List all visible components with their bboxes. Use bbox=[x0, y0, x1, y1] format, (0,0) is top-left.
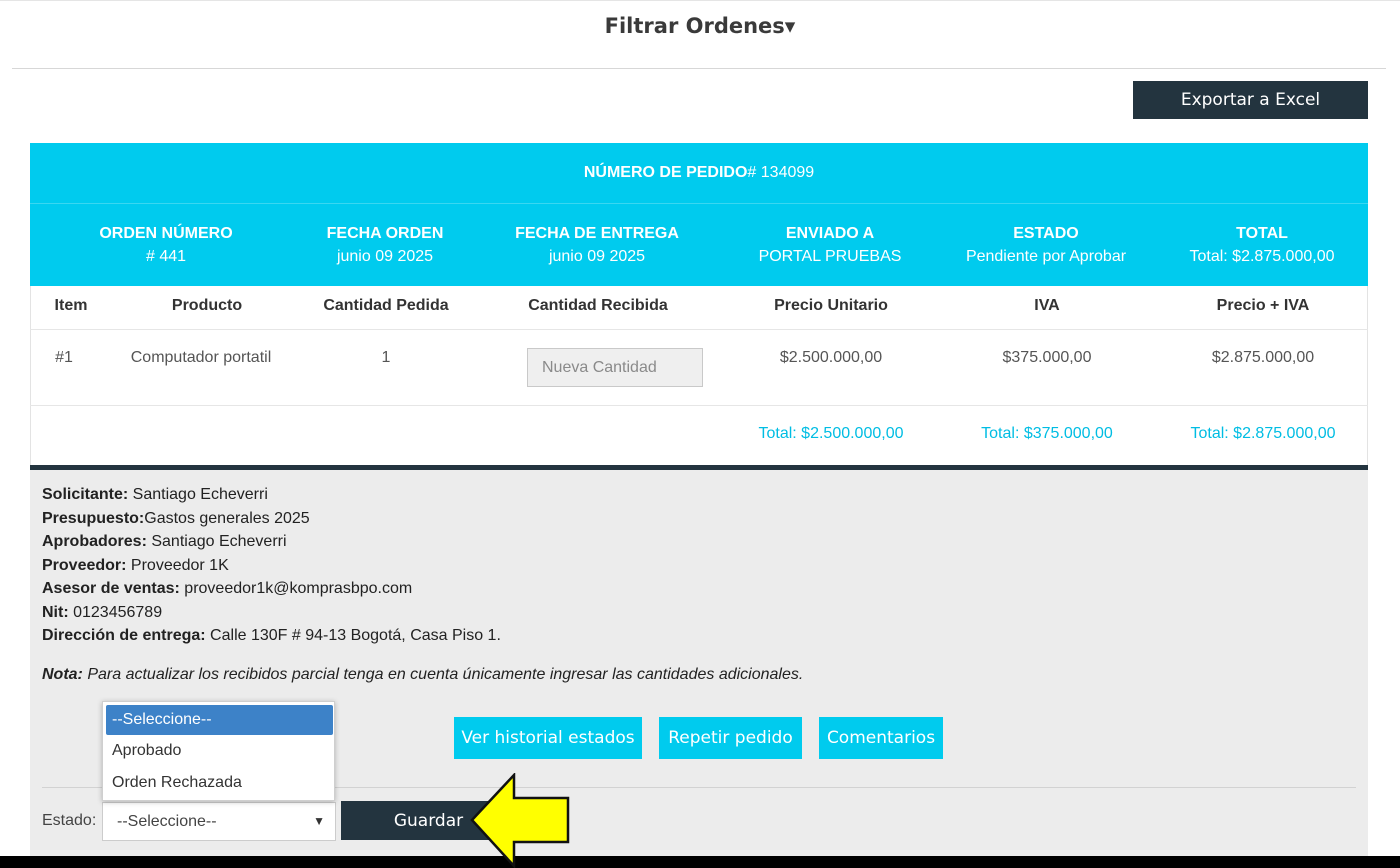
estado-label: Estado: bbox=[42, 812, 97, 829]
top-border bbox=[0, 0, 1400, 1]
option-orden-rechazada[interactable]: Orden Rechazada bbox=[106, 768, 333, 798]
info-label: ESTADO bbox=[1013, 225, 1079, 242]
detail-nit: Nit: 0123456789 bbox=[42, 603, 163, 621]
info-fecha-entrega: FECHA DE ENTREGA junio 09 2025 bbox=[497, 222, 697, 268]
info-total: TOTAL Total: $2.875.000,00 bbox=[1162, 222, 1362, 268]
info-value: junio 09 2025 bbox=[336, 248, 434, 265]
order-details-panel: Solicitante: Santiago Echeverri Presupue… bbox=[30, 470, 1368, 860]
pedido-label: NÚMERO DE PEDIDO bbox=[583, 164, 748, 181]
estado-select[interactable]: --Seleccione-- ▼ bbox=[102, 802, 336, 841]
cell-iva: $375.000,00 bbox=[1002, 349, 1092, 366]
option-aprobado[interactable]: Aprobado bbox=[106, 736, 333, 766]
header-cantidad-pedida: Cantidad Pedida bbox=[323, 297, 449, 314]
estado-dropdown-menu: --Seleccione-- Aprobado Orden Rechazada bbox=[102, 701, 335, 801]
repetir-pedido-button[interactable]: Repetir pedido bbox=[659, 717, 802, 759]
filter-orders-toggle[interactable]: Filtrar Ordenes▾ bbox=[0, 14, 1400, 38]
header-item: Item bbox=[54, 297, 88, 314]
order-info-row: ORDEN NÚMERO # 441 FECHA ORDEN junio 09 … bbox=[30, 204, 1368, 286]
cell-precio-unitario: $2.500.000,00 bbox=[779, 349, 883, 366]
option-seleccione[interactable]: --Seleccione-- bbox=[106, 705, 333, 735]
filter-title: Filtrar Ordenes bbox=[604, 14, 785, 38]
info-value: PORTAL PRUEBAS bbox=[758, 248, 902, 265]
info-label: TOTAL bbox=[1236, 225, 1288, 242]
cell-cantidad-pedida: 1 bbox=[381, 349, 391, 366]
info-enviado-a: ENVIADO A PORTAL PRUEBAS bbox=[730, 222, 930, 268]
detail-asesor: Asesor de ventas: proveedor1k@komprasbpo… bbox=[42, 580, 413, 597]
comentarios-button[interactable]: Comentarios bbox=[819, 717, 943, 759]
estado-selected-value: --Seleccione-- bbox=[117, 812, 217, 830]
info-label: ORDEN NÚMERO bbox=[99, 225, 233, 242]
info-value: Pendiente por Aprobar bbox=[965, 248, 1127, 265]
details-list: Solicitante: Santiago Echeverri Presupue… bbox=[42, 483, 501, 648]
bottom-black-bar bbox=[0, 856, 1400, 868]
export-excel-button[interactable]: Exportar a Excel bbox=[1133, 81, 1368, 119]
table-row-divider bbox=[30, 405, 1368, 406]
caret-down-icon: ▾ bbox=[784, 14, 796, 38]
chevron-down-icon: ▼ bbox=[313, 814, 325, 828]
header-cantidad-recibida: Cantidad Recibida bbox=[528, 297, 668, 314]
header-divider bbox=[12, 68, 1386, 69]
cell-producto: Computador portatil bbox=[130, 349, 272, 366]
detail-presupuesto: Presupuesto:Gastos generales 2025 bbox=[42, 509, 310, 527]
info-label: FECHA ORDEN bbox=[326, 225, 444, 242]
info-label: FECHA DE ENTREGA bbox=[515, 225, 679, 242]
detail-proveedor: Proveedor: Proveedor 1K bbox=[42, 556, 229, 574]
header-precio-iva: Precio + IVA bbox=[1216, 297, 1310, 314]
left-pointing-arrow-icon bbox=[470, 773, 570, 868]
info-value: junio 09 2025 bbox=[548, 248, 646, 265]
header-iva: IVA bbox=[1034, 297, 1060, 314]
info-orden-numero: ORDEN NÚMERO # 441 bbox=[66, 222, 266, 268]
info-label: ENVIADO A bbox=[785, 225, 875, 242]
info-value: Total: $2.875.000,00 bbox=[1189, 248, 1335, 265]
detail-direccion: Dirección de entrega: Calle 130F # 94-13… bbox=[42, 627, 501, 644]
info-fecha-orden: FECHA ORDEN junio 09 2025 bbox=[285, 222, 485, 268]
info-value: # 441 bbox=[145, 248, 187, 265]
header-precio-unitario: Precio Unitario bbox=[774, 297, 888, 314]
total-iva: Total: $375.000,00 bbox=[981, 425, 1113, 442]
order-number-header: NÚMERO DE PEDIDO # 134099 bbox=[30, 143, 1368, 203]
pedido-value: # 134099 bbox=[747, 164, 815, 181]
detail-aprobadores: Aprobadores: Santiago Echeverri bbox=[42, 533, 287, 550]
ver-historial-button[interactable]: Ver historial estados bbox=[454, 717, 642, 759]
cell-item: #1 bbox=[55, 349, 73, 366]
detail-solicitante: Solicitante: Santiago Echeverri bbox=[42, 486, 268, 503]
info-estado: ESTADO Pendiente por Aprobar bbox=[946, 222, 1146, 268]
cell-precio-iva: $2.875.000,00 bbox=[1211, 349, 1315, 366]
nota-text: Nota: Para actualizar los recibidos parc… bbox=[42, 666, 804, 683]
items-table: Item Producto Cantidad Pedida Cantidad R… bbox=[30, 286, 1368, 466]
table-header-divider bbox=[30, 329, 1368, 330]
total-precio-iva: Total: $2.875.000,00 bbox=[1190, 425, 1336, 442]
header-producto: Producto bbox=[171, 297, 243, 314]
total-precio: Total: $2.500.000,00 bbox=[758, 425, 904, 442]
cantidad-recibida-input[interactable] bbox=[527, 348, 703, 387]
